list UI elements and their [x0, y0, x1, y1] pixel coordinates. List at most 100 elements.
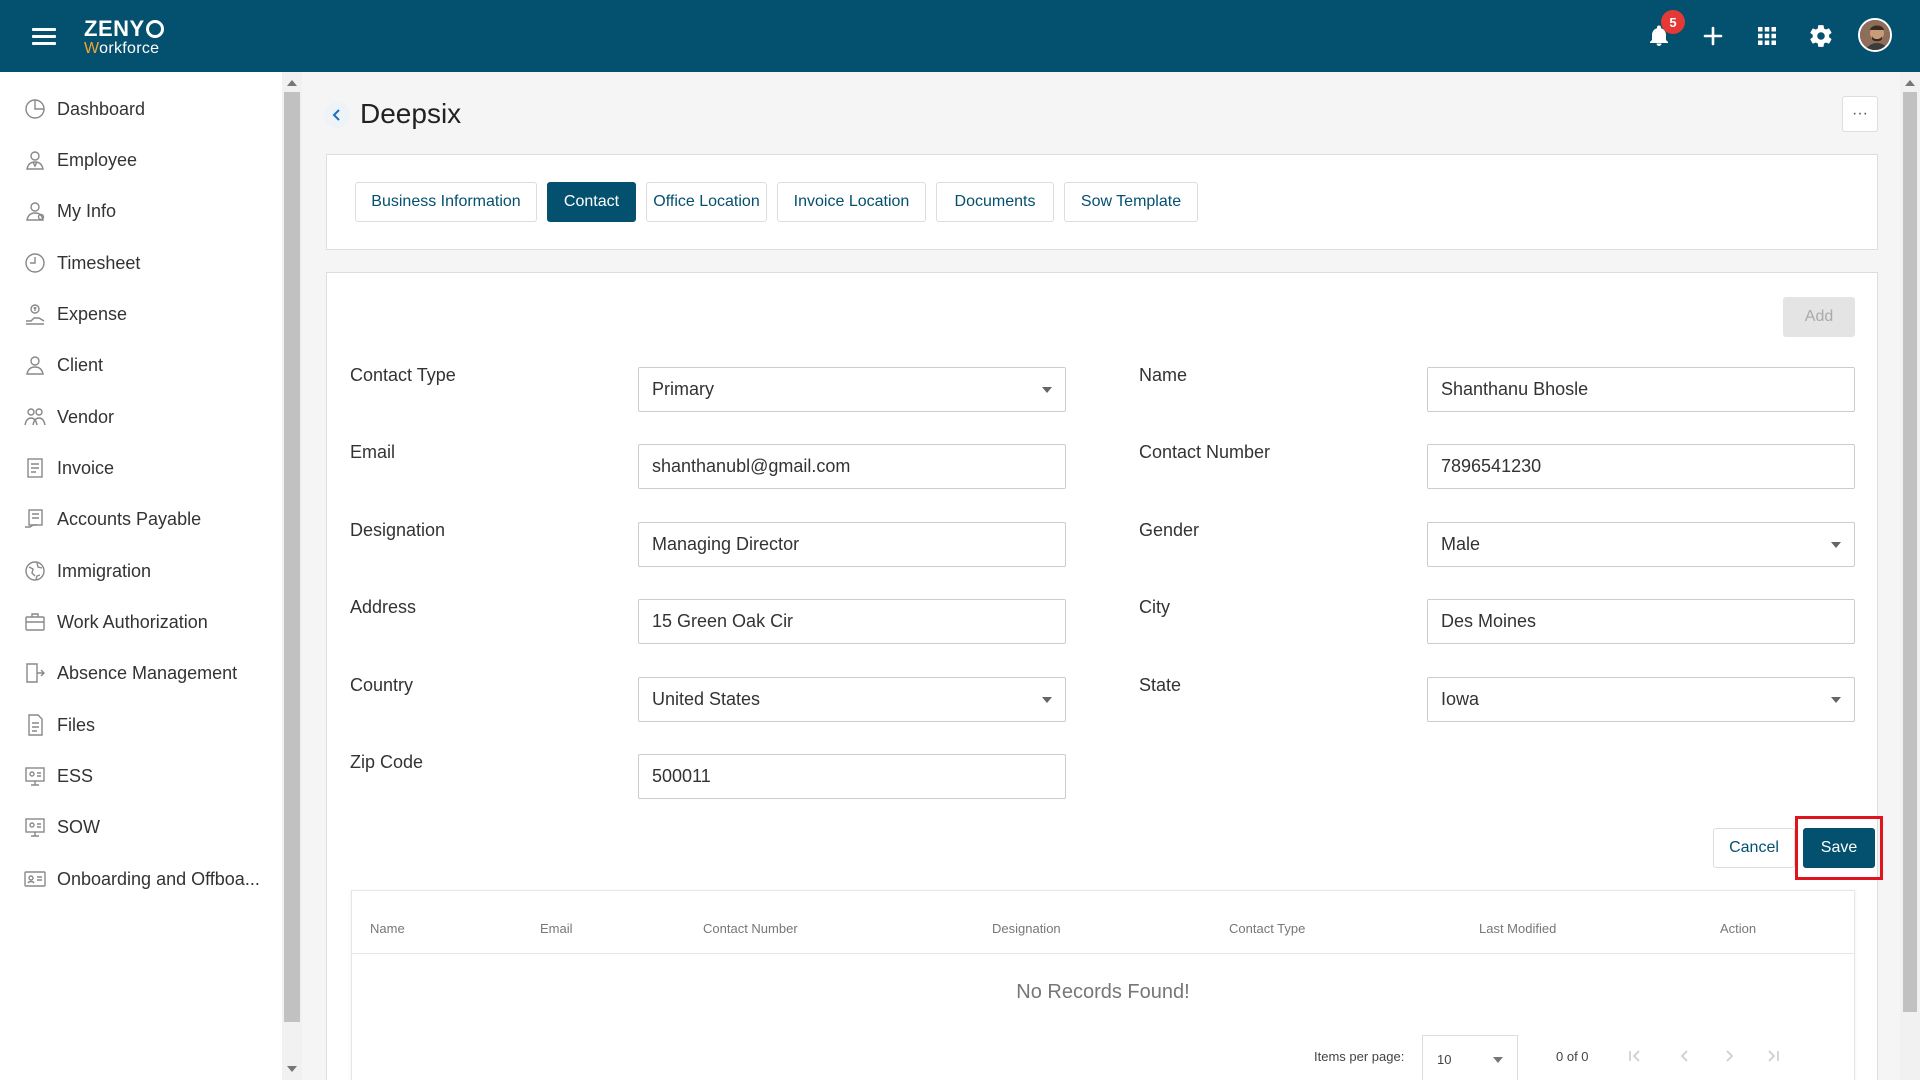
sidebar-item-label: Dashboard	[57, 98, 146, 119]
back-button[interactable]	[324, 102, 350, 128]
dashboard-icon	[23, 97, 47, 121]
city-label: City	[1139, 597, 1170, 617]
sidebar-item-employee[interactable]: Employee	[0, 137, 282, 183]
more-options-button[interactable]: ···	[1842, 96, 1878, 132]
page-title: Deepsix	[360, 98, 462, 129]
settings-gear-icon[interactable]	[1807, 22, 1835, 50]
column-header-contact-type[interactable]: Contact Type	[1229, 921, 1305, 936]
id-card-icon	[23, 867, 47, 891]
zip-code-label: Zip Code	[350, 752, 424, 772]
previous-page-button[interactable]	[1670, 1041, 1700, 1071]
first-page-button[interactable]	[1620, 1041, 1650, 1071]
column-header-name[interactable]: Name	[370, 921, 405, 936]
tabs-card: Business Information Contact Office Loca…	[326, 154, 1878, 250]
sidebar-item-label: Employee	[57, 149, 138, 170]
gender-select[interactable]: Male	[1427, 522, 1855, 567]
main-scrollbar[interactable]	[1900, 72, 1920, 1080]
sidebar-item-label: Immigration	[57, 560, 152, 581]
my-info-icon	[23, 199, 47, 223]
sidebar-item-immigration[interactable]: Immigration	[0, 548, 282, 594]
sidebar-item-absence-management[interactable]: Absence Management	[0, 650, 282, 696]
tab-business-information[interactable]: Business Information	[355, 182, 537, 222]
add-icon[interactable]	[1699, 22, 1727, 50]
globe-icon	[23, 559, 47, 583]
address-label: Address	[350, 597, 417, 617]
chevron-left-icon	[332, 109, 340, 121]
sidebar-item-label: Files	[57, 714, 96, 735]
dropdown-arrow-icon	[1493, 1057, 1503, 1063]
sidebar: Dashboard Employee My Info Timesheet Exp…	[0, 72, 282, 1080]
designation-input[interactable]: Managing Director	[638, 522, 1066, 567]
zenyo-logo[interactable]: ZENY Workforce	[84, 18, 164, 57]
sidebar-item-my-info[interactable]: My Info	[0, 188, 282, 234]
sidebar-item-work-authorization[interactable]: Work Authorization	[0, 599, 282, 645]
sidebar-item-accounts-payable[interactable]: Accounts Payable	[0, 496, 282, 542]
column-header-action[interactable]: Action	[1720, 921, 1756, 936]
column-header-designation[interactable]: Designation	[992, 921, 1061, 936]
city-input[interactable]: Des Moines	[1427, 599, 1855, 644]
accounts-payable-icon	[23, 507, 47, 531]
add-button[interactable]: Add	[1783, 297, 1855, 337]
sidebar-item-dashboard[interactable]: Dashboard	[0, 86, 282, 132]
table-header-divider	[352, 953, 1854, 954]
items-per-page-label: Items per page:	[1314, 1049, 1405, 1064]
tab-sow-template[interactable]: Sow Template	[1064, 182, 1198, 222]
sow-icon	[23, 815, 47, 839]
exit-door-icon	[23, 661, 47, 685]
user-icon	[23, 353, 47, 377]
sidebar-item-vendor[interactable]: Vendor	[0, 394, 282, 440]
address-input[interactable]: 15 Green Oak Cir	[638, 599, 1066, 644]
sidebar-item-label: Work Authorization	[57, 611, 208, 632]
next-page-button[interactable]	[1714, 1041, 1744, 1071]
user-avatar[interactable]	[1858, 18, 1892, 52]
sidebar-scrollbar-thumb[interactable]	[284, 92, 300, 1022]
contact-type-select[interactable]: Primary	[638, 367, 1066, 412]
contacts-table: Name Email Contact Number Designation Co…	[351, 890, 1855, 1080]
tab-contact[interactable]: Contact	[547, 182, 636, 222]
menu-icon[interactable]	[32, 28, 56, 46]
sidebar-item-onboarding[interactable]: Onboarding and Offboa...	[0, 856, 282, 902]
apps-grid-icon[interactable]	[1753, 22, 1781, 50]
notification-count-badge: 5	[1661, 10, 1685, 34]
column-header-email[interactable]: Email	[540, 921, 573, 936]
briefcase-icon	[23, 610, 47, 634]
last-page-icon	[1768, 1050, 1779, 1062]
chevron-left-icon	[1680, 1050, 1688, 1062]
top-navbar: ZENY Workforce 5	[0, 0, 1920, 72]
last-page-button[interactable]	[1758, 1041, 1788, 1071]
sidebar-item-client[interactable]: Client	[0, 342, 282, 388]
sidebar-item-expense[interactable]: Expense	[0, 291, 282, 337]
country-value: United States	[652, 689, 761, 709]
tab-documents[interactable]: Documents	[936, 182, 1054, 222]
notification-bell-icon[interactable]: 5	[1645, 10, 1685, 50]
contact-number-input[interactable]: 7896541230	[1427, 444, 1855, 489]
state-value: Iowa	[1441, 689, 1480, 709]
column-header-last-modified[interactable]: Last Modified	[1479, 921, 1556, 936]
country-label: Country	[350, 675, 414, 695]
zip-code-input[interactable]: 500011	[638, 754, 1066, 799]
dropdown-arrow-icon	[1831, 697, 1841, 703]
sidebar-item-label: Client	[57, 354, 104, 375]
main-scrollbar-thumb[interactable]	[1903, 92, 1917, 1012]
tab-invoice-location[interactable]: Invoice Location	[777, 182, 926, 222]
sidebar-item-timesheet[interactable]: Timesheet	[0, 240, 282, 286]
cancel-button[interactable]: Cancel	[1713, 828, 1795, 868]
main-content: Deepsix ··· Business Information Contact…	[302, 72, 1900, 1080]
tab-office-location[interactable]: Office Location	[646, 182, 767, 222]
sidebar-item-files[interactable]: Files	[0, 702, 282, 748]
country-select[interactable]: United States	[638, 677, 1066, 722]
sidebar-scrollbar[interactable]	[282, 72, 302, 1080]
dropdown-arrow-icon	[1831, 542, 1841, 548]
dropdown-arrow-icon	[1042, 697, 1052, 703]
sidebar-item-label: SOW	[57, 816, 100, 837]
save-button[interactable]: Save	[1803, 828, 1875, 868]
name-input[interactable]: Shanthanu Bhosle	[1427, 367, 1855, 412]
chevron-right-icon	[1726, 1050, 1734, 1062]
state-select[interactable]: Iowa	[1427, 677, 1855, 722]
sidebar-item-invoice[interactable]: Invoice	[0, 445, 282, 491]
sidebar-item-sow[interactable]: SOW	[0, 804, 282, 850]
column-header-contact-number[interactable]: Contact Number	[703, 921, 798, 936]
sidebar-item-ess[interactable]: ESS	[0, 753, 282, 799]
email-input[interactable]: shanthanubl@gmail.com	[638, 444, 1066, 489]
items-per-page-select[interactable]: 10	[1422, 1035, 1518, 1080]
